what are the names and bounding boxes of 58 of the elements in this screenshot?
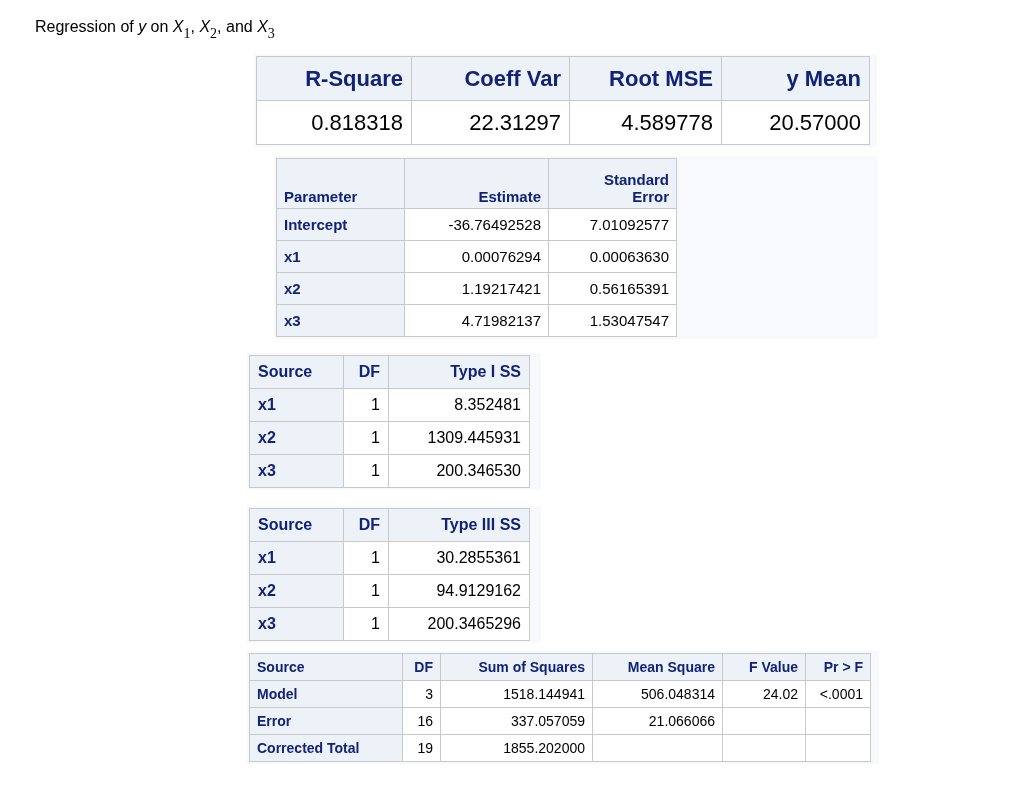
column-header: F Value	[722, 653, 806, 681]
row-header: x2	[276, 272, 405, 305]
row-header: x1	[249, 541, 344, 575]
table-cell: 337.057059	[440, 707, 593, 735]
table-cell: 1.19217421	[404, 272, 549, 305]
table-cell: 0.56165391	[548, 272, 677, 305]
row-header: x1	[276, 240, 405, 273]
row-header: Model	[249, 680, 403, 708]
column-header: Standard Error	[548, 158, 677, 209]
page-title: Regression of y on X$_{1}$, X$_{2}$, and X$_{3}$	[35, 18, 276, 42]
column-header: y Mean	[721, 56, 870, 101]
column-header: Estimate	[404, 158, 549, 209]
table-cell: -36.76492528	[404, 208, 549, 241]
row-header: x3	[249, 607, 344, 641]
table-cell: 21.066066	[592, 707, 723, 735]
table-cell: 8.352481	[388, 388, 530, 422]
column-header: R-Square	[256, 56, 412, 101]
table-cell: 24.02	[722, 680, 806, 708]
table-cell: 0.818318	[256, 100, 412, 145]
table-cell: 1.53047547	[548, 304, 677, 337]
table-cell: 200.3465296	[388, 607, 530, 641]
table-cell: 94.9129162	[388, 574, 530, 608]
table-cell: 30.2855361	[388, 541, 530, 575]
row-header: Intercept	[276, 208, 405, 241]
row-header: x1	[249, 388, 344, 422]
column-header: Type I SS	[388, 355, 530, 389]
column-header: DF	[402, 653, 441, 681]
column-header: Sum of Squares	[440, 653, 593, 681]
column-header: Parameter	[276, 158, 405, 209]
table-cell: <.0001	[805, 680, 871, 708]
table-cell: 20.57000	[721, 100, 870, 145]
table-cell: 1518.144941	[440, 680, 593, 708]
row-header: x3	[249, 454, 344, 488]
row-header: x3	[276, 304, 405, 337]
table-cell: 1309.445931	[388, 421, 530, 455]
column-header: DF	[343, 508, 389, 542]
column-header: Pr > F	[805, 653, 871, 681]
column-header: Mean Square	[592, 653, 723, 681]
table-cell: 1855.202000	[440, 734, 593, 762]
row-header: x2	[249, 421, 344, 455]
table-cell: 4.589778	[569, 100, 722, 145]
row-header: x2	[249, 574, 344, 608]
column-header: Source	[249, 653, 403, 681]
column-header: Coeff Var	[411, 56, 570, 101]
column-header: Source	[249, 508, 344, 542]
table-cell: 506.048314	[592, 680, 723, 708]
table-cell: 0.00063630	[548, 240, 677, 273]
column-header: Source	[249, 355, 344, 389]
column-header: DF	[343, 355, 389, 389]
table-cell: 4.71982137	[404, 304, 549, 337]
row-header: Corrected Total	[249, 734, 403, 762]
table-cell: 200.346530	[388, 454, 530, 488]
table-cell: 0.00076294	[404, 240, 549, 273]
table-cell: 7.01092577	[548, 208, 677, 241]
column-header: Type III SS	[388, 508, 530, 542]
column-header: Root MSE	[569, 56, 722, 101]
table-cell: 22.31297	[411, 100, 570, 145]
row-header: Error	[249, 707, 403, 735]
